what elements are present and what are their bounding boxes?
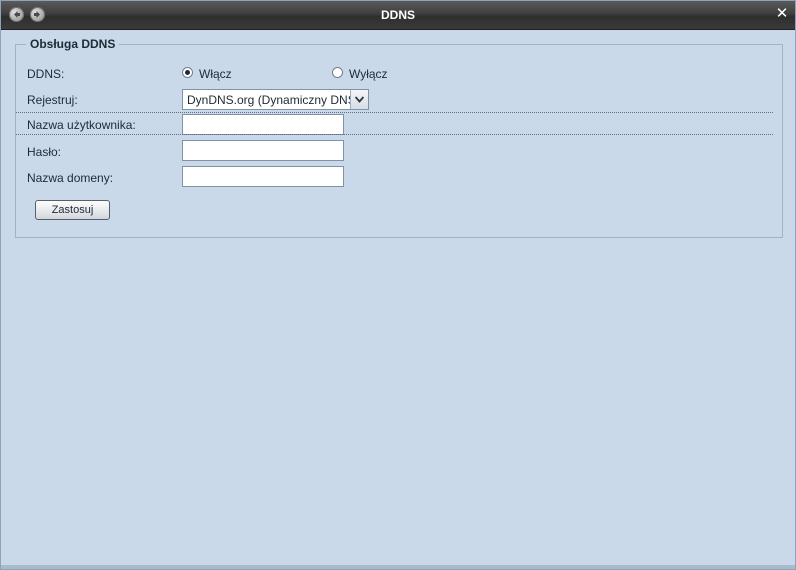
password-label: Hasło: (27, 145, 62, 159)
password-field[interactable] (182, 140, 344, 161)
close-x-icon[interactable]: ✕ (775, 6, 789, 22)
row-separator-top (16, 112, 773, 113)
apply-button[interactable]: Zastosuj (35, 200, 110, 220)
window-bottom-border (1, 565, 795, 569)
window-title: DDNS (380, 8, 415, 22)
ddns-settings-group: Obsługa DDNS (15, 37, 783, 238)
row-separator-bottom (16, 134, 773, 135)
radio-disable-label[interactable]: Wyłącz (349, 67, 388, 81)
username-field[interactable] (182, 114, 344, 135)
ddns-label: DDNS: (27, 67, 65, 81)
ddns-window: DDNS ✕ Obsługa DDNS DDNS: Włącz Wyłącz R… (0, 0, 796, 570)
provider-select-value: DynDNS.org (Dynamiczny DNS) (187, 93, 360, 107)
chevron-down-icon[interactable] (350, 90, 368, 109)
domain-label: Nazwa domeny: (27, 171, 114, 185)
radio-disable[interactable] (332, 67, 343, 78)
title-bar: DDNS ✕ (1, 1, 795, 30)
register-label: Rejestruj: (27, 93, 78, 107)
radio-enable[interactable] (182, 67, 193, 78)
radio-enable-label[interactable]: Włącz (199, 67, 232, 81)
username-label: Nazwa użytkownika: (27, 118, 136, 132)
provider-select[interactable]: DynDNS.org (Dynamiczny DNS) (182, 89, 369, 110)
group-legend: Obsługa DDNS (26, 37, 120, 51)
domain-field[interactable] (182, 166, 344, 187)
